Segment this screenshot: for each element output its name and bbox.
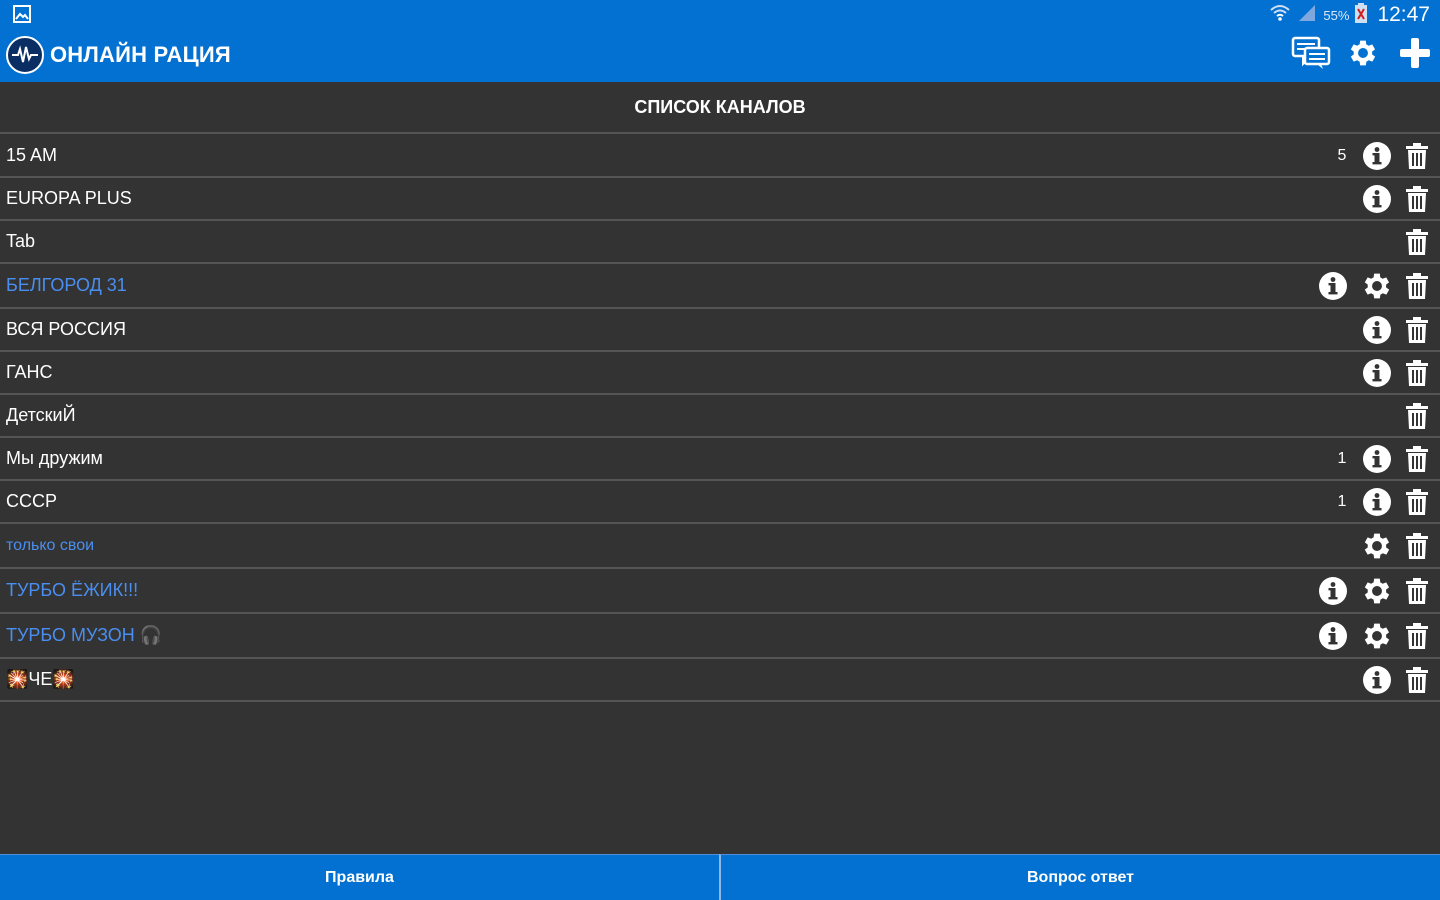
gallery-icon bbox=[12, 4, 32, 24]
trash-icon[interactable] bbox=[1402, 397, 1432, 435]
channel-actions bbox=[1308, 569, 1432, 612]
trash-icon[interactable] bbox=[1402, 354, 1432, 392]
plus-icon bbox=[1398, 36, 1432, 75]
trash-icon[interactable] bbox=[1402, 440, 1432, 478]
channel-settings-icon[interactable] bbox=[1358, 527, 1396, 565]
status-indicators: 55% 12:47 bbox=[1269, 2, 1430, 28]
trash-icon[interactable] bbox=[1402, 180, 1432, 218]
channel-actions bbox=[1308, 264, 1432, 307]
channel-name: ВСЯ РОССИЯ bbox=[6, 319, 126, 339]
channel-name: ГАНС bbox=[6, 362, 53, 382]
channel-actions: 1 bbox=[1332, 438, 1432, 479]
app-root: 55% 12:47 ОНЛАЙН РАЦИЯ СПИСОК КАНАЛОВ 15… bbox=[0, 0, 1440, 900]
channel-actions: 5 bbox=[1332, 135, 1432, 176]
faq-button[interactable]: Вопрос ответ bbox=[719, 854, 1440, 900]
info-icon[interactable] bbox=[1314, 617, 1352, 655]
channel-row[interactable]: Tab bbox=[0, 221, 1440, 264]
rules-button[interactable]: Правила bbox=[0, 854, 719, 900]
info-icon[interactable] bbox=[1358, 661, 1396, 699]
trash-icon[interactable] bbox=[1402, 572, 1432, 610]
add-button[interactable] bbox=[1396, 36, 1434, 74]
channel-settings-icon[interactable] bbox=[1358, 617, 1396, 655]
gear-icon bbox=[1346, 36, 1380, 75]
channel-row[interactable]: Мы дружим 1 bbox=[0, 438, 1440, 481]
header-actions bbox=[1291, 34, 1434, 76]
channel-name: Tab bbox=[6, 231, 36, 251]
trash-icon[interactable] bbox=[1402, 661, 1432, 699]
channel-row[interactable]: ТУРБО МУЗОН 🎧 bbox=[0, 614, 1440, 659]
channel-actions bbox=[1352, 309, 1432, 350]
status-time: 12:47 bbox=[1377, 3, 1430, 26]
channel-row[interactable]: только свои bbox=[0, 524, 1440, 569]
wifi-icon bbox=[1269, 3, 1291, 28]
channel-actions bbox=[1352, 178, 1432, 219]
channel-actions: 1 bbox=[1332, 481, 1432, 522]
info-icon[interactable] bbox=[1314, 267, 1352, 305]
bottom-bar: Правила Вопрос ответ bbox=[0, 854, 1440, 900]
channel-list: 15 AM 5 EUROPA PLUS Tab БЕЛГОРОД 31 ВСЯ РОССИ… bbox=[0, 135, 1440, 702]
listener-count: 1 bbox=[1337, 492, 1347, 510]
info-icon[interactable] bbox=[1358, 180, 1396, 218]
listener-count: 1 bbox=[1337, 449, 1347, 467]
channel-list-title: СПИСОК КАНАЛОВ bbox=[0, 82, 1440, 134]
channel-row[interactable]: СССР 1 bbox=[0, 481, 1440, 524]
channel-row[interactable]: ГАНС bbox=[0, 352, 1440, 395]
trash-icon[interactable] bbox=[1402, 527, 1432, 565]
channel-row[interactable]: БЕЛГОРОД 31 bbox=[0, 264, 1440, 309]
channel-actions bbox=[1396, 395, 1432, 436]
channel-name: ДетскиЙ bbox=[6, 405, 76, 425]
trash-icon[interactable] bbox=[1402, 483, 1432, 521]
trash-icon[interactable] bbox=[1402, 311, 1432, 349]
info-icon[interactable] bbox=[1358, 483, 1396, 521]
channel-actions bbox=[1352, 524, 1432, 567]
channel-row[interactable]: ВСЯ РОССИЯ bbox=[0, 309, 1440, 352]
messages-button[interactable] bbox=[1291, 36, 1331, 75]
app-title: ОНЛАЙН РАЦИЯ bbox=[50, 42, 231, 67]
channel-name: ТУРБО ЁЖИК!!! bbox=[6, 580, 139, 600]
chat-icon bbox=[1291, 36, 1331, 75]
waveform-logo-icon bbox=[6, 36, 44, 74]
settings-button[interactable] bbox=[1344, 36, 1382, 74]
channel-name: СССР bbox=[6, 491, 58, 511]
channel-name: 🎇ЧЕ🎇 bbox=[6, 669, 75, 689]
listener-count: 5 bbox=[1337, 146, 1347, 164]
channel-row[interactable]: EUROPA PLUS bbox=[0, 178, 1440, 221]
trash-icon[interactable] bbox=[1402, 267, 1432, 305]
channel-actions bbox=[1352, 352, 1432, 393]
channel-name: только свои bbox=[6, 536, 95, 554]
info-icon[interactable] bbox=[1314, 572, 1352, 610]
info-icon[interactable] bbox=[1358, 137, 1396, 175]
channel-actions bbox=[1352, 659, 1432, 700]
channel-actions bbox=[1396, 221, 1432, 262]
signal-icon bbox=[1297, 3, 1317, 28]
channel-settings-icon[interactable] bbox=[1358, 572, 1396, 610]
channel-name: EUROPA PLUS bbox=[6, 188, 132, 208]
channel-row[interactable]: 15 AM 5 bbox=[0, 135, 1440, 178]
channel-row[interactable]: ТУРБО ЁЖИК!!! bbox=[0, 569, 1440, 614]
trash-icon[interactable] bbox=[1402, 223, 1432, 261]
channel-name: ТУРБО МУЗОН 🎧 bbox=[6, 625, 163, 645]
brand: ОНЛАЙН РАЦИЯ bbox=[6, 35, 231, 75]
channel-row[interactable]: ДетскиЙ bbox=[0, 395, 1440, 438]
channel-name: Мы дружим bbox=[6, 448, 103, 468]
battery-percent: 55% bbox=[1323, 7, 1350, 23]
channel-actions bbox=[1308, 614, 1432, 657]
info-icon[interactable] bbox=[1358, 311, 1396, 349]
battery-icon bbox=[1355, 2, 1368, 28]
channel-settings-icon[interactable] bbox=[1358, 267, 1396, 305]
channel-name: 15 AM bbox=[6, 145, 58, 165]
info-icon[interactable] bbox=[1358, 440, 1396, 478]
trash-icon[interactable] bbox=[1402, 137, 1432, 175]
status-bar: 55% 12:47 bbox=[0, 0, 1440, 30]
channel-row[interactable]: 🎇ЧЕ🎇 bbox=[0, 659, 1440, 702]
app-header: 55% 12:47 ОНЛАЙН РАЦИЯ bbox=[0, 0, 1440, 82]
info-icon[interactable] bbox=[1358, 354, 1396, 392]
channel-name: БЕЛГОРОД 31 bbox=[6, 275, 127, 295]
trash-icon[interactable] bbox=[1402, 617, 1432, 655]
